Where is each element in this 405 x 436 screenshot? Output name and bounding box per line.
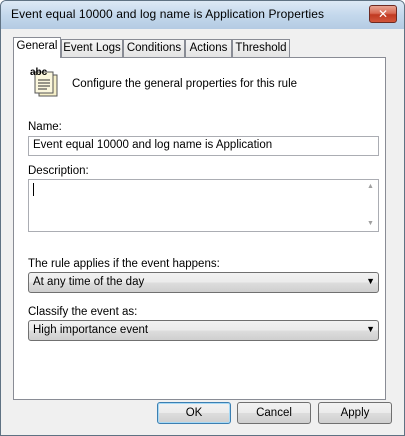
tab-conditions[interactable]: Conditions <box>123 39 185 57</box>
properties-dialog: Event equal 10000 and log name is Applic… <box>0 0 405 436</box>
tab-threshold[interactable]: Threshold <box>232 39 290 57</box>
name-field[interactable]: Event equal 10000 and log name is Applic… <box>28 136 379 156</box>
separator <box>28 107 378 108</box>
classify-dropdown[interactable]: High importance event ▼ <box>28 320 379 341</box>
scroll-up-arrow-icon[interactable]: ▲ <box>363 180 378 194</box>
window-title: Event equal 10000 and log name is Applic… <box>11 7 325 21</box>
rule-properties-icon: abc <box>29 66 61 98</box>
tab-actions[interactable]: Actions <box>185 39 232 57</box>
applies-dropdown[interactable]: At any time of the day ▼ <box>28 272 379 293</box>
general-tab-panel: abc Configure the general properties for… <box>13 57 386 400</box>
close-button[interactable]: ✕ <box>369 5 397 23</box>
chevron-down-icon: ▼ <box>366 276 375 286</box>
tab-general[interactable]: General <box>13 37 61 58</box>
dialog-client-area: General Event Logs Conditions Actions Th… <box>7 29 398 429</box>
apply-button[interactable]: Apply <box>318 402 392 424</box>
ok-button[interactable]: OK <box>157 402 231 424</box>
name-label: Name: <box>28 121 62 133</box>
header-description: Configure the general properties for thi… <box>72 78 298 90</box>
description-scrollbar[interactable]: ▲ ▼ <box>363 180 378 231</box>
scroll-down-arrow-icon[interactable]: ▼ <box>363 217 378 231</box>
classify-selected-value: High importance event <box>33 324 149 336</box>
cancel-button[interactable]: Cancel <box>237 402 311 424</box>
description-label: Description: <box>28 165 89 177</box>
text-caret <box>33 183 34 196</box>
svg-text:abc: abc <box>30 67 48 78</box>
title-bar[interactable]: Event equal 10000 and log name is Applic… <box>1 1 404 29</box>
description-field[interactable]: ▲ ▼ <box>28 179 379 232</box>
tab-event-logs[interactable]: Event Logs <box>61 39 123 57</box>
applies-selected-value: At any time of the day <box>33 276 145 288</box>
classify-label: Classify the event as: <box>28 306 138 318</box>
chevron-down-icon: ▼ <box>366 324 375 334</box>
applies-label: The rule applies if the event happens: <box>28 258 220 270</box>
separator <box>28 243 378 244</box>
